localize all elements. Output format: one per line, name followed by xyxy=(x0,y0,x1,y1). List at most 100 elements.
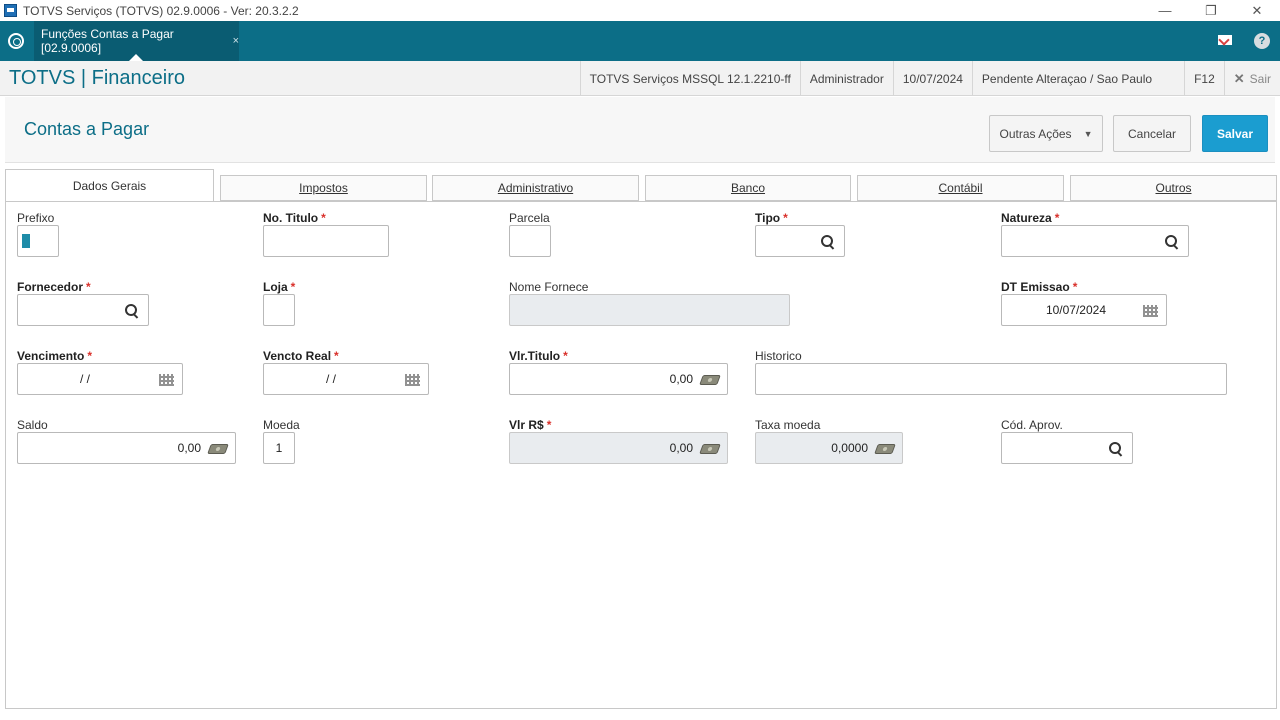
required-mark: * xyxy=(334,349,339,363)
vlr-titulo-field[interactable]: 0,00 xyxy=(509,363,728,395)
vlr-titulo-label: Vlr.Titulo * xyxy=(509,349,568,363)
historico-field[interactable] xyxy=(755,363,1227,395)
moeda-value: 1 xyxy=(275,441,283,455)
required-mark: * xyxy=(86,280,91,294)
dt-emissao-field[interactable]: 10/07/2024 xyxy=(1001,294,1167,326)
taxa-moeda-field: 0,0000 xyxy=(755,432,903,464)
saldo-field[interactable]: 0,00 xyxy=(17,432,236,464)
fornecedor-field[interactable] xyxy=(17,294,149,326)
text-cursor xyxy=(22,234,30,248)
other-actions-label: Outras Ações xyxy=(999,126,1072,141)
exit-button[interactable]: ✕ Sair xyxy=(1223,61,1280,96)
window-titlebar: TOTVS Serviços (TOTVS) 02.9.0006 - Ver: … xyxy=(0,0,1280,21)
no-titulo-label-text: No. Titulo xyxy=(263,211,319,225)
environment-label[interactable]: TOTVS Serviços MSSQL 12.1.2210-ff xyxy=(579,61,800,96)
tab-banco[interactable]: Banco xyxy=(645,175,851,201)
tab-contabil[interactable]: Contábil xyxy=(857,175,1064,201)
loja-label: Loja * xyxy=(263,280,295,294)
form-tabs: Dados Gerais Impostos Administrativo Ban… xyxy=(5,169,1277,202)
natureza-label-text: Natureza xyxy=(1001,211,1052,225)
search-icon[interactable] xyxy=(820,234,836,250)
parcela-field[interactable] xyxy=(509,225,551,257)
natureza-label: Natureza * xyxy=(1001,211,1059,225)
home-icon[interactable] xyxy=(8,33,24,49)
tab-administrativo[interactable]: Administrativo xyxy=(432,175,639,201)
cancel-button[interactable]: Cancelar xyxy=(1113,115,1191,152)
vencimento-label-text: Vencimento xyxy=(17,349,85,363)
tab-dados-gerais[interactable]: Dados Gerais xyxy=(5,169,214,202)
required-mark: * xyxy=(87,349,93,363)
money-icon[interactable] xyxy=(699,375,721,385)
no-titulo-label: No. Titulo * xyxy=(263,211,326,225)
minimize-icon[interactable]: — xyxy=(1142,0,1188,21)
moeda-field[interactable]: 1 xyxy=(263,432,295,464)
tab-impostos[interactable]: Impostos xyxy=(220,175,427,201)
prefixo-field[interactable] xyxy=(17,225,59,257)
search-icon[interactable] xyxy=(124,303,140,319)
exit-label: Sair xyxy=(1249,71,1271,86)
search-icon[interactable] xyxy=(1164,234,1180,250)
prefixo-label: Prefixo xyxy=(17,211,55,225)
calendar-icon[interactable] xyxy=(159,374,174,386)
dt-emissao-value: 10/07/2024 xyxy=(1045,303,1106,317)
chevron-down-icon: ▼ xyxy=(1083,128,1093,139)
vencimento-field[interactable]: / / xyxy=(17,363,183,395)
vencto-real-label: Vencto Real * xyxy=(263,349,339,363)
calendar-icon[interactable] xyxy=(405,374,420,386)
branch-label[interactable]: Pendente Alteraçao / Sao Paulo xyxy=(971,61,1184,96)
saldo-label: Saldo xyxy=(17,418,48,432)
vencto-real-label-text: Vencto Real xyxy=(263,349,332,363)
exit-icon: ✕ xyxy=(1233,70,1245,86)
vlr-rs-value: 0,00 xyxy=(669,441,693,455)
cod-aprov-field[interactable] xyxy=(1001,432,1133,464)
other-actions-button[interactable]: Outras Ações ▼ xyxy=(989,115,1103,152)
help-icon[interactable]: ? xyxy=(1254,33,1270,49)
module-header: TOTVS | Financeiro TOTVS Serviços MSSQL … xyxy=(0,61,1280,96)
taxa-moeda-label: Taxa moeda xyxy=(755,418,821,432)
loja-field[interactable] xyxy=(263,294,295,326)
tipo-field[interactable] xyxy=(755,225,845,257)
dt-emissao-label-text: DT Emissao xyxy=(1001,280,1070,294)
saldo-value: 0,00 xyxy=(177,441,201,455)
required-mark: * xyxy=(290,280,296,294)
page-header: Contas a Pagar Outras Ações ▼ Cancelar S… xyxy=(5,97,1275,163)
tab-close-icon[interactable]: × xyxy=(233,35,239,47)
required-mark: * xyxy=(1072,280,1078,294)
tab-funcoes-contas-a-pagar[interactable]: Funções Contas a Pagar [02.9.0006] × xyxy=(34,21,239,61)
required-mark: * xyxy=(321,211,326,225)
natureza-field[interactable] xyxy=(1001,225,1189,257)
money-icon[interactable] xyxy=(207,444,229,454)
tab-outros[interactable]: Outros xyxy=(1070,175,1277,201)
module-brand: TOTVS | Financeiro xyxy=(9,67,185,89)
form-panel: Prefixo No. Titulo * Parcela Tipo * Nature… xyxy=(5,201,1277,709)
required-mark: * xyxy=(783,211,788,225)
required-mark: * xyxy=(1054,211,1060,225)
vlr-rs-label: Vlr R$ * xyxy=(509,418,551,432)
vencto-real-field[interactable]: / / xyxy=(263,363,429,395)
app-topbar: Funções Contas a Pagar [02.9.0006] × ? xyxy=(0,21,1280,61)
mail-icon[interactable] xyxy=(1218,35,1232,45)
page-title: Contas a Pagar xyxy=(24,119,150,139)
no-titulo-field[interactable] xyxy=(263,225,389,257)
vlr-rs-label-text: Vlr R$ xyxy=(509,418,544,432)
dt-emissao-label: DT Emissao * xyxy=(1001,280,1077,294)
vlr-titulo-value: 0,00 xyxy=(669,372,693,386)
maximize-icon[interactable]: ❐ xyxy=(1188,0,1234,21)
close-icon[interactable]: ✕ xyxy=(1234,0,1280,21)
money-icon xyxy=(699,444,721,454)
date-label[interactable]: 10/07/2024 xyxy=(892,61,972,96)
user-label[interactable]: Administrador xyxy=(799,61,893,96)
nome-fornece-label: Nome Fornece xyxy=(509,280,589,294)
required-mark: * xyxy=(546,418,552,432)
save-button[interactable]: Salvar xyxy=(1202,115,1268,152)
tab-label: Funções Contas a Pagar [02.9.0006] xyxy=(41,27,174,55)
shortcut-f12[interactable]: F12 xyxy=(1184,61,1224,96)
window-controls: — ❐ ✕ xyxy=(1142,0,1280,21)
search-icon[interactable] xyxy=(1108,441,1124,457)
moeda-label: Moeda xyxy=(263,418,300,432)
cod-aprov-label: Cód. Aprov. xyxy=(1001,418,1063,432)
calendar-icon[interactable] xyxy=(1143,305,1158,317)
loja-label-text: Loja xyxy=(263,280,288,294)
window-title: TOTVS Serviços (TOTVS) 02.9.0006 - Ver: … xyxy=(23,3,299,18)
fornecedor-label: Fornecedor * xyxy=(17,280,91,294)
